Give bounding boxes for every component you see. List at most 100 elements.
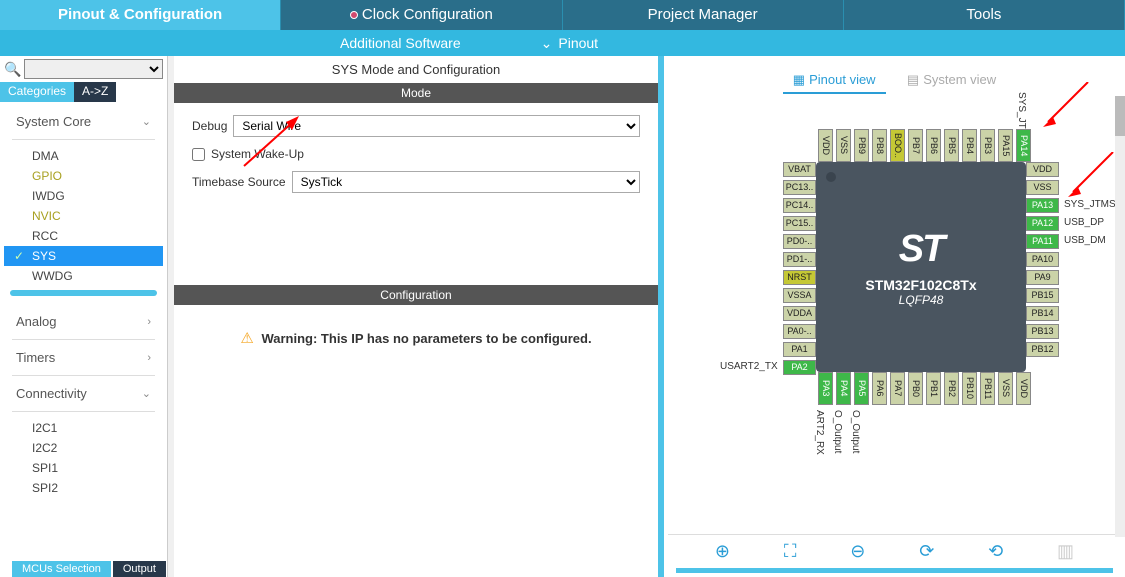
item-spi1[interactable]: SPI1 (4, 458, 163, 478)
tab-pinout-config[interactable]: Pinout & Configuration (0, 0, 281, 30)
pin-pa14[interactable]: PA14 (1016, 129, 1031, 162)
pin-nrst[interactable]: NRST (783, 270, 816, 285)
pin-pb1[interactable]: PB1 (926, 372, 941, 405)
section-system-core[interactable]: System Core⌄ (4, 108, 163, 135)
wakeup-checkbox[interactable] (192, 148, 205, 161)
section-connectivity[interactable]: Connectivity⌄ (4, 380, 163, 407)
timebase-select[interactable]: SysTick (292, 171, 640, 193)
pinout-dropdown[interactable]: ⌄Pinout (501, 30, 638, 56)
mcus-selection-tab[interactable]: MCUs Selection (12, 561, 111, 577)
chip-package: LQFP48 (899, 293, 944, 307)
item-gpio[interactable]: GPIO (4, 166, 163, 186)
warning-message: ⚠ Warning: This IP has no parameters to … (174, 305, 658, 371)
pin-pb7[interactable]: PB7 (908, 129, 923, 162)
pin-pa11[interactable]: PA11 (1026, 234, 1059, 249)
pin-pd1[interactable]: PD1-.. (783, 252, 816, 267)
pin-vss-b[interactable]: VSS (998, 372, 1013, 405)
section-analog[interactable]: Analog› (4, 308, 163, 335)
pin-pb4[interactable]: PB4 (962, 129, 977, 162)
list-icon: ▤ (907, 72, 919, 87)
search-dropdown[interactable] (24, 59, 163, 79)
pin-vdd-r[interactable]: VDD (1026, 162, 1059, 177)
st-logo-icon: ST (899, 228, 944, 271)
zoom-out-button[interactable]: ⊖ (850, 541, 865, 562)
a-z-tab[interactable]: A->Z (74, 82, 116, 102)
pin-pb6[interactable]: PB6 (926, 129, 941, 162)
zoom-slider[interactable] (676, 568, 1113, 573)
pin-vdda[interactable]: VDDA (783, 306, 816, 321)
rotate-cw-button[interactable]: ⟳ (919, 541, 934, 562)
pin-pb12[interactable]: PB12 (1026, 342, 1059, 357)
system-view-tab[interactable]: ▤System view (897, 68, 1006, 92)
pin-pb5[interactable]: PB5 (944, 129, 959, 162)
pin-pa6[interactable]: PA6 (872, 372, 887, 405)
pin-vss-t[interactable]: VSS (836, 129, 851, 162)
pin-label-pa12: USB_DP (1064, 217, 1104, 228)
warning-dot-icon (350, 11, 358, 19)
pin-label-pa13: SYS_JTMS- (1064, 199, 1119, 210)
mode-title: SYS Mode and Configuration (174, 56, 658, 83)
pin-vbat[interactable]: VBAT (783, 162, 816, 177)
output-tab[interactable]: Output (113, 561, 166, 577)
pin-pa15[interactable]: PA15 (998, 129, 1013, 162)
pin-pb0[interactable]: PB0 (908, 372, 923, 405)
chip-body: ST STM32F102C8Tx LQFP48 (816, 162, 1026, 372)
pin-pb15[interactable]: PB15 (1026, 288, 1059, 303)
pin-pb14[interactable]: PB14 (1026, 306, 1059, 321)
pin-pb3[interactable]: PB3 (980, 129, 995, 162)
pin-pc15[interactable]: PC15.. (783, 216, 816, 231)
timebase-label: Timebase Source (192, 175, 286, 189)
categories-tab[interactable]: Categories (0, 82, 74, 102)
tab-project-manager[interactable]: Project Manager (563, 0, 844, 30)
pin-vdd-t[interactable]: VDD (818, 129, 833, 162)
layout-button[interactable]: ▥ (1057, 541, 1074, 562)
item-sys[interactable]: SYS (4, 246, 163, 266)
debug-label: Debug (192, 119, 227, 133)
pin-pb13[interactable]: PB13 (1026, 324, 1059, 339)
pin-pa5[interactable]: PA5 (854, 372, 869, 405)
pin-pa12[interactable]: PA12 (1026, 216, 1059, 231)
pinout-view-tab[interactable]: ▦Pinout view (783, 68, 886, 94)
pin-pa4[interactable]: PA4 (836, 372, 851, 405)
config-header: Configuration (174, 285, 658, 305)
item-i2c1[interactable]: I2C1 (4, 418, 163, 438)
tab-tools[interactable]: Tools (844, 0, 1125, 30)
pin-pb8[interactable]: PB8 (872, 129, 887, 162)
pin-pb11[interactable]: PB11 (980, 372, 995, 405)
pin-pa2[interactable]: PA2 (783, 360, 816, 375)
pin-pb9[interactable]: PB9 (854, 129, 869, 162)
item-nvic[interactable]: NVIC (4, 206, 163, 226)
pin-vss-r[interactable]: VSS (1026, 180, 1059, 195)
pin-boot[interactable]: BOO.. (890, 129, 905, 162)
pin-vssa[interactable]: VSSA (783, 288, 816, 303)
tab-clock-config[interactable]: Clock Configuration (281, 0, 562, 30)
item-i2c2[interactable]: I2C2 (4, 438, 163, 458)
chip-diagram[interactable]: ST STM32F102C8Tx LQFP48 VBAT PC13.. PC14… (668, 102, 1121, 534)
pin-pc13[interactable]: PC13.. (783, 180, 816, 195)
pin-vdd-b[interactable]: VDD (1016, 372, 1031, 405)
pin-pa7[interactable]: PA7 (890, 372, 905, 405)
pin-pa0[interactable]: PA0-.. (783, 324, 816, 339)
additional-software-link[interactable]: Additional Software (300, 30, 501, 56)
pin-pb10[interactable]: PB10 (962, 372, 977, 405)
pin-pd0[interactable]: PD0-.. (783, 234, 816, 249)
pin-pc14[interactable]: PC14.. (783, 198, 816, 213)
pin-pa9[interactable]: PA9 (1026, 270, 1059, 285)
item-dma[interactable]: DMA (4, 146, 163, 166)
fit-button[interactable]: ⛶ (784, 541, 797, 562)
item-spi2[interactable]: SPI2 (4, 478, 163, 498)
chip-part-number: STM32F102C8Tx (865, 277, 976, 293)
pin-pa13[interactable]: PA13 (1026, 198, 1059, 213)
zoom-in-button[interactable]: ⊕ (715, 541, 730, 562)
pin-pb2[interactable]: PB2 (944, 372, 959, 405)
section-timers[interactable]: Timers› (4, 344, 163, 371)
rotate-ccw-button[interactable]: ⟲ (988, 541, 1003, 562)
pin-pa10[interactable]: PA10 (1026, 252, 1059, 267)
item-iwdg[interactable]: IWDG (4, 186, 163, 206)
item-wwdg[interactable]: WWDG (4, 266, 163, 286)
debug-select[interactable]: Serial Wire (233, 115, 640, 137)
item-rcc[interactable]: RCC (4, 226, 163, 246)
pin-pa1[interactable]: PA1 (783, 342, 816, 357)
vertical-scrollbar[interactable] (1115, 96, 1125, 537)
pin-pa3[interactable]: PA3 (818, 372, 833, 405)
